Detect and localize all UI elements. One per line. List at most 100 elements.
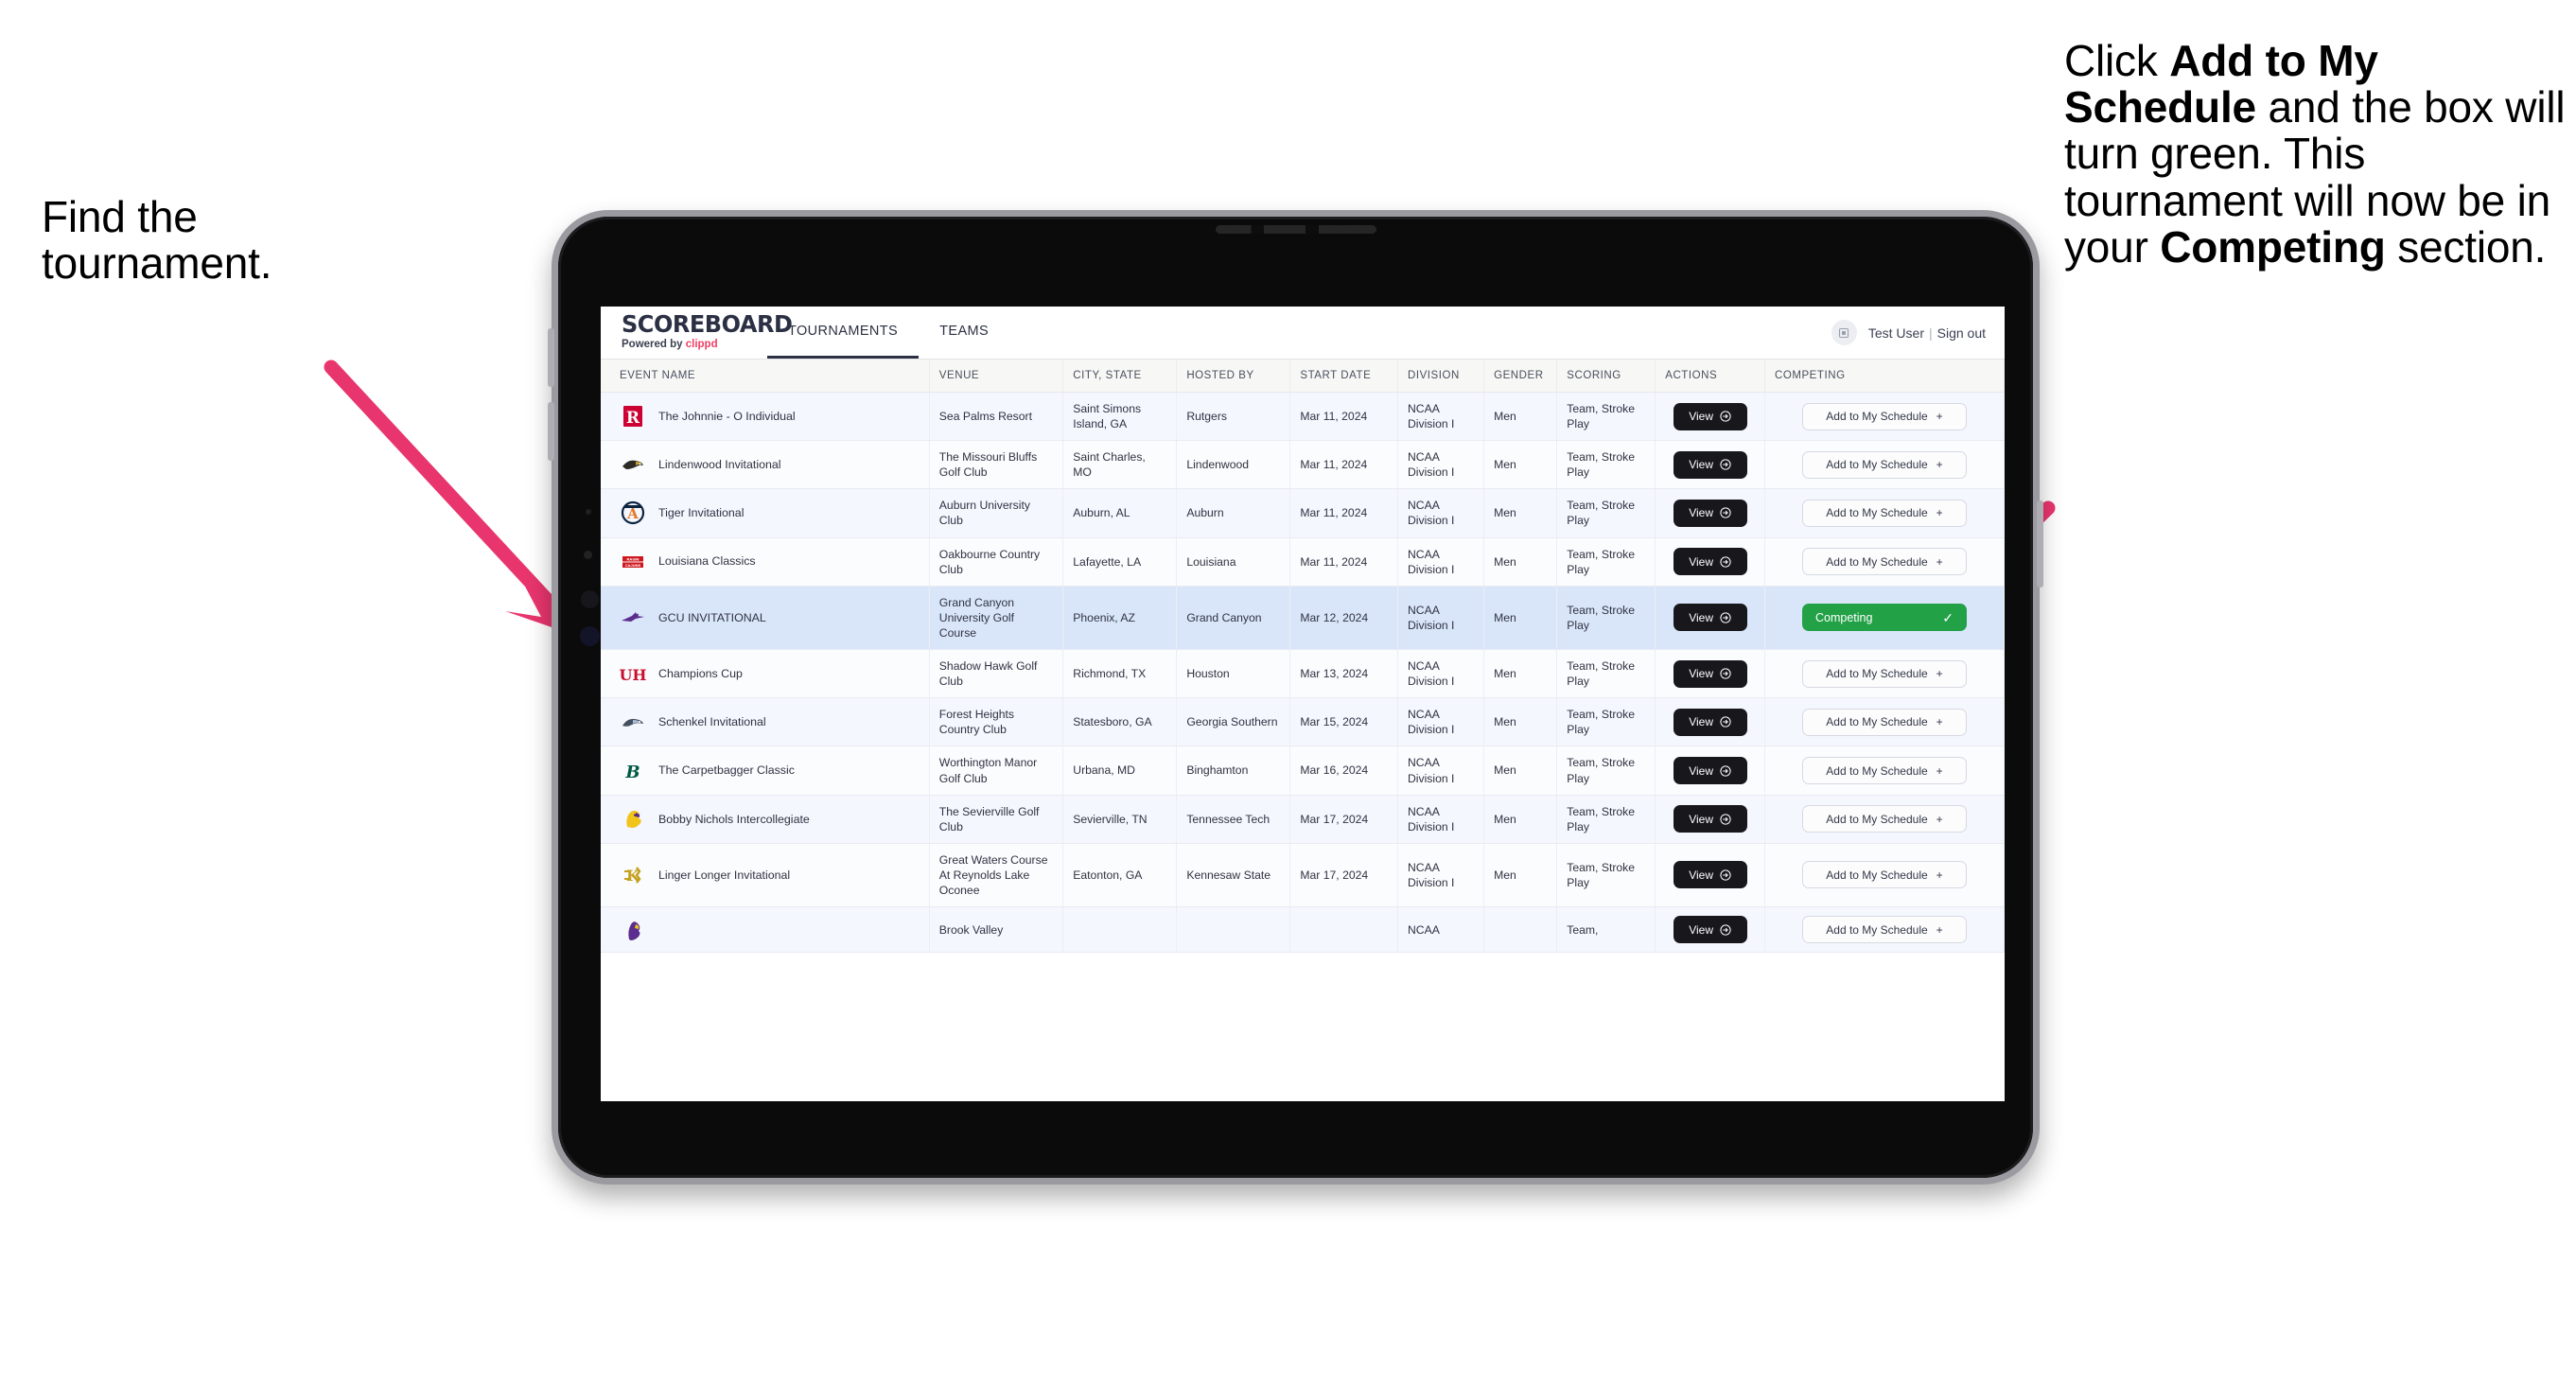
add-to-my-schedule-button[interactable]: Add to My Schedule +: [1801, 708, 1967, 736]
cell-city-state: Eatonton, GA: [1062, 843, 1178, 908]
cell-event-name: B The Carpetbagger Classic: [601, 746, 930, 796]
brand-subtitle: Powered by clippd: [622, 339, 767, 350]
table-row[interactable]: Bobby Nichols Intercollegiate The Sevier…: [601, 795, 2005, 844]
table-row[interactable]: K Linger Longer Invitational Great Water…: [601, 843, 2005, 908]
add-to-my-schedule-button[interactable]: Add to My Schedule +: [1801, 659, 1967, 688]
binghamton-logo: B: [620, 758, 646, 784]
view-button[interactable]: View: [1673, 916, 1747, 944]
table-header-row: EVENT NAME VENUE CITY, STATE HOSTED BY S…: [601, 360, 2005, 393]
cell-scoring: Team, Stroke Play: [1556, 440, 1656, 490]
cell-actions: View: [1655, 537, 1765, 587]
view-button[interactable]: View: [1673, 548, 1747, 576]
cell-gender: Men: [1483, 795, 1558, 844]
cell-start-date: [1289, 906, 1398, 954]
cell-division: NCAA Division I: [1397, 392, 1485, 442]
cell-scoring: Team, Stroke Play: [1556, 746, 1656, 796]
cell-start-date: Mar 17, 2024: [1289, 843, 1398, 908]
power-button[interactable]: [2037, 500, 2043, 588]
cell-gender: Men: [1483, 697, 1558, 747]
column-header-venue: VENUE: [929, 360, 1064, 393]
column-header-division: DIVISION: [1397, 360, 1485, 393]
cell-competing: Add to My Schedule +: [1764, 697, 2005, 747]
event-name-label: The Johnnie - O Individual: [658, 409, 796, 423]
add-to-my-schedule-button[interactable]: Add to My Schedule +: [1801, 757, 1967, 784]
add-to-my-schedule-label: Add to My Schedule: [1826, 868, 1928, 882]
volume-down-button[interactable]: [548, 402, 554, 461]
cell-gender: Men: [1483, 488, 1558, 538]
view-button[interactable]: View: [1673, 708, 1747, 736]
cell-hosted-by: Houston: [1176, 649, 1291, 699]
app-header: SCOREBOARD Powered by clippd TOURNAMENTS…: [601, 307, 2005, 360]
column-header-city-state: CITY, STATE: [1062, 360, 1178, 393]
arrow-circle-right-icon: [1720, 869, 1731, 881]
gcu-logo: [620, 605, 646, 631]
view-button[interactable]: View: [1673, 499, 1747, 527]
table-row[interactable]: RAGIN CAJUNS Louisiana Classics Oakbourne…: [601, 537, 2005, 587]
sign-out-link[interactable]: Sign out: [1937, 325, 1986, 341]
table-row[interactable]: UH Champions Cup Shadow Hawk Golf Club R…: [601, 649, 2005, 699]
view-button[interactable]: View: [1673, 450, 1747, 479]
event-name-label: GCU INVITATIONAL: [658, 610, 766, 624]
cell-competing: Add to My Schedule +: [1764, 906, 2005, 954]
table-row[interactable]: Lindenwood Invitational The Missouri Blu…: [601, 440, 2005, 490]
cell-division: NCAA Division I: [1397, 843, 1485, 908]
cell-gender: Men: [1483, 586, 1558, 651]
view-button[interactable]: View: [1673, 757, 1747, 784]
view-button[interactable]: View: [1673, 861, 1747, 889]
auburn-logo: A: [620, 500, 646, 526]
add-to-my-schedule-button[interactable]: Add to My Schedule +: [1801, 805, 1967, 833]
add-to-my-schedule-button[interactable]: Add to My Schedule +: [1801, 916, 1967, 944]
table-row[interactable]: R The Johnnie - O Individual Sea Palms R…: [601, 392, 2005, 442]
tab-teams[interactable]: TEAMS: [919, 307, 1009, 359]
cell-hosted-by: Lindenwood: [1176, 440, 1291, 490]
arrow-circle-right-icon: [1720, 716, 1731, 728]
annotation-right-seg1: Click: [2064, 36, 2170, 85]
depth-sensor-icon: [580, 626, 600, 646]
cell-event-name: [601, 906, 930, 954]
volume-up-button[interactable]: [548, 328, 554, 387]
add-to-my-schedule-label: Add to My Schedule: [1826, 763, 1928, 778]
cell-hosted-by: [1176, 906, 1291, 954]
cell-start-date: Mar 12, 2024: [1289, 586, 1398, 651]
tournaments-table: EVENT NAME VENUE CITY, STATE HOSTED BY S…: [601, 360, 2005, 954]
user-avatar-icon[interactable]: [1831, 320, 1857, 345]
cell-hosted-by: Georgia Southern: [1176, 697, 1291, 747]
table-row[interactable]: Schenkel Invitational Forest Heights Cou…: [601, 697, 2005, 747]
arrow-circle-right-icon: [1720, 668, 1731, 679]
ecu-logo: [620, 917, 646, 943]
view-button[interactable]: View: [1673, 402, 1747, 430]
user-name[interactable]: Test User: [1868, 325, 1924, 341]
add-to-my-schedule-button[interactable]: Add to My Schedule +: [1801, 861, 1967, 889]
add-to-my-schedule-button[interactable]: Add to My Schedule +: [1801, 402, 1967, 430]
plus-icon: +: [1936, 868, 1943, 882]
view-label: View: [1689, 506, 1713, 520]
cell-start-date: Mar 13, 2024: [1289, 649, 1398, 699]
table-row[interactable]: Brook Valley NCAA Team, View Add to My S…: [601, 906, 2005, 954]
cell-venue: Sea Palms Resort: [929, 392, 1064, 442]
cell-division: NCAA Division I: [1397, 795, 1485, 844]
competing-badge-button[interactable]: Competing ✓: [1801, 604, 1967, 632]
table-row[interactable]: B The Carpetbagger Classic Worthington M…: [601, 746, 2005, 796]
add-to-my-schedule-button[interactable]: Add to My Schedule +: [1801, 499, 1967, 527]
view-button[interactable]: View: [1673, 604, 1747, 632]
table-row[interactable]: GCU INVITATIONAL Grand Canyon University…: [601, 586, 2005, 651]
add-to-my-schedule-label: Add to My Schedule: [1826, 715, 1928, 729]
app-screen: SCOREBOARD Powered by clippd TOURNAMENTS…: [601, 307, 2005, 1101]
view-button[interactable]: View: [1673, 659, 1747, 688]
rutgers-logo: R: [620, 403, 646, 430]
cell-hosted-by: Binghamton: [1176, 746, 1291, 796]
cell-scoring: Team, Stroke Play: [1556, 488, 1656, 538]
view-button[interactable]: View: [1673, 805, 1747, 833]
table-row[interactable]: A Tiger Invitational Auburn University C…: [601, 488, 2005, 538]
cell-gender: [1483, 906, 1558, 954]
annotation-right-bold2: Competing: [2160, 221, 2386, 272]
cell-venue: Oakbourne Country Club: [929, 537, 1064, 587]
view-label: View: [1689, 667, 1713, 681]
column-header-competing: COMPETING: [1764, 360, 2005, 393]
annotation-left-line1: Find the: [42, 192, 198, 241]
add-to-my-schedule-button[interactable]: Add to My Schedule +: [1801, 548, 1967, 576]
add-to-my-schedule-button[interactable]: Add to My Schedule +: [1801, 450, 1967, 479]
brand-powered-name: clippd: [685, 339, 718, 350]
plus-icon: +: [1936, 458, 1943, 472]
cell-hosted-by: Tennessee Tech: [1176, 795, 1291, 844]
